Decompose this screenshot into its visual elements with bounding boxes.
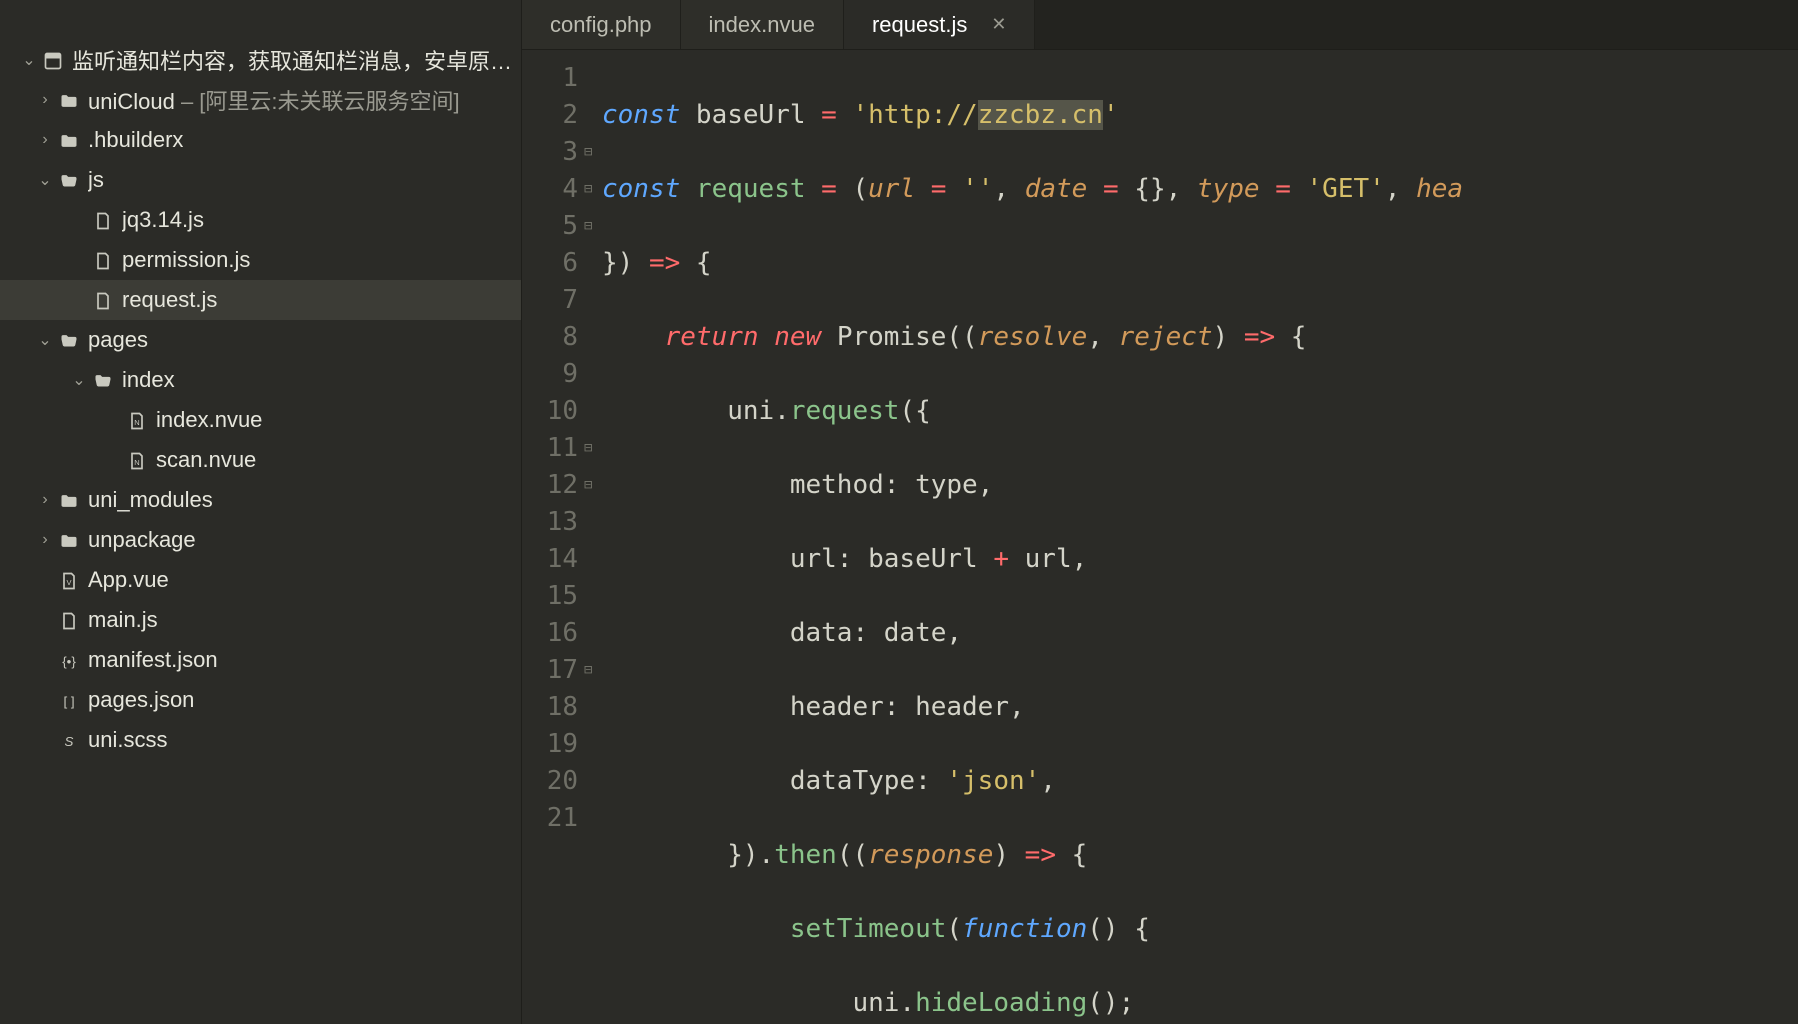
svg-text:N: N [134, 418, 139, 427]
tree-item-unimodules[interactable]: › uni_modules [0, 480, 521, 520]
tree-label: uni.scss [88, 727, 167, 753]
tree-item-index[interactable]: ⌄ index [0, 360, 521, 400]
tab-label: index.nvue [709, 12, 815, 38]
tree-item-mainjs[interactable]: › main.js [0, 600, 521, 640]
vue-file-icon: V [56, 567, 82, 593]
js-file-icon [90, 207, 116, 233]
tab-request-js[interactable]: request.js ✕ [844, 0, 1035, 49]
editor-area: config.php index.nvue request.js ✕ 12345… [522, 0, 1798, 1024]
tree-label: uniCloud – [阿里云:未关联云服务空间] [88, 84, 460, 116]
tree-label: pages [88, 327, 148, 353]
chevron-down-icon: ⌄ [68, 370, 90, 390]
tree-item-appvue[interactable]: › V App.vue [0, 560, 521, 600]
tree-label: index [122, 367, 175, 393]
tree-label: index.nvue [156, 407, 262, 433]
svg-text:{•}: {•} [62, 654, 76, 669]
tree-item-jq314[interactable]: › jq3.14.js [0, 200, 521, 240]
editor-tabbar: config.php index.nvue request.js ✕ [522, 0, 1798, 50]
line-number-gutter: 123456789101112131415161718192021 [522, 60, 584, 1024]
tree-item-uniscss[interactable]: › S uni.scss [0, 720, 521, 760]
tree-item-permission[interactable]: › permission.js [0, 240, 521, 280]
tree-item-pagesjson[interactable]: › [ ] pages.json [0, 680, 521, 720]
tree-item-scannvue[interactable]: › N scan.nvue [0, 440, 521, 480]
folder-icon [56, 487, 82, 513]
js-file-icon [56, 607, 82, 633]
chevron-right-icon: › [34, 531, 56, 549]
folder-icon [56, 127, 82, 153]
chevron-down-icon: ⌄ [34, 330, 56, 350]
tree-item-manifest[interactable]: › {•} manifest.json [0, 640, 521, 680]
svg-text:[ ]: [ ] [63, 694, 74, 709]
tree-label: permission.js [122, 247, 250, 273]
close-icon[interactable]: ✕ [991, 14, 1006, 35]
folder-open-icon [56, 167, 82, 193]
tree-item-request[interactable]: › request.js [0, 280, 521, 320]
tree-item-unpackage[interactable]: › unpackage [0, 520, 521, 560]
js-file-icon [90, 247, 116, 273]
tree-label: main.js [88, 607, 158, 633]
tab-label: request.js [872, 12, 967, 38]
tree-label: pages.json [88, 687, 194, 713]
nvue-file-icon: N [124, 447, 150, 473]
tree-label: scan.nvue [156, 447, 256, 473]
tree-label: App.vue [88, 567, 169, 593]
project-icon [40, 47, 66, 73]
chevron-right-icon: › [34, 131, 56, 149]
tree-label: uni_modules [88, 487, 213, 513]
tree-item-pages[interactable]: ⌄ pages [0, 320, 521, 360]
chevron-right-icon: › [34, 491, 56, 509]
scss-file-icon: S [56, 727, 82, 753]
svg-text:N: N [134, 458, 139, 467]
chevron-right-icon: › [34, 91, 56, 109]
file-explorer: ⌄ 监听通知栏内容，获取通知栏消息，安卓原… › uniCloud – [阿里云… [0, 0, 522, 1024]
chevron-down-icon: ⌄ [34, 170, 56, 190]
tree-item-hbuilderx[interactable]: › .hbuilderx [0, 120, 521, 160]
tab-label: config.php [550, 12, 652, 38]
svg-text:V: V [66, 578, 71, 587]
svg-text:S: S [65, 734, 74, 749]
tree-item-unicloud[interactable]: › uniCloud – [阿里云:未关联云服务空间] [0, 80, 521, 120]
json-file-icon: {•} [56, 647, 82, 673]
tree-label: .hbuilderx [88, 127, 183, 153]
tree-label: js [88, 167, 104, 193]
code-editor[interactable]: 123456789101112131415161718192021 ⊟⊟⊟ ⊟⊟… [522, 50, 1798, 1024]
chevron-down-icon: ⌄ [18, 50, 40, 70]
project-root[interactable]: ⌄ 监听通知栏内容，获取通知栏消息，安卓原… [0, 40, 521, 80]
folder-open-icon [56, 327, 82, 353]
tab-config-php[interactable]: config.php [522, 0, 681, 49]
tree-label: jq3.14.js [122, 207, 204, 233]
cloud-folder-icon [56, 87, 82, 113]
project-title: 监听通知栏内容，获取通知栏消息，安卓原… [72, 44, 512, 76]
tree-item-indexnvue[interactable]: › N index.nvue [0, 400, 521, 440]
tree-label: unpackage [88, 527, 196, 553]
json-file-icon: [ ] [56, 687, 82, 713]
tab-index-nvue[interactable]: index.nvue [681, 0, 844, 49]
folder-open-icon [90, 367, 116, 393]
tree-label: manifest.json [88, 647, 218, 673]
nvue-file-icon: N [124, 407, 150, 433]
fold-gutter: ⊟⊟⊟ ⊟⊟ ⊟ [584, 60, 602, 1024]
tree-item-js[interactable]: ⌄ js [0, 160, 521, 200]
tree-label: request.js [122, 287, 217, 313]
js-file-icon [90, 287, 116, 313]
code-content[interactable]: const baseUrl = 'http://zzcbz.cn' const … [602, 60, 1798, 1024]
folder-icon [56, 527, 82, 553]
